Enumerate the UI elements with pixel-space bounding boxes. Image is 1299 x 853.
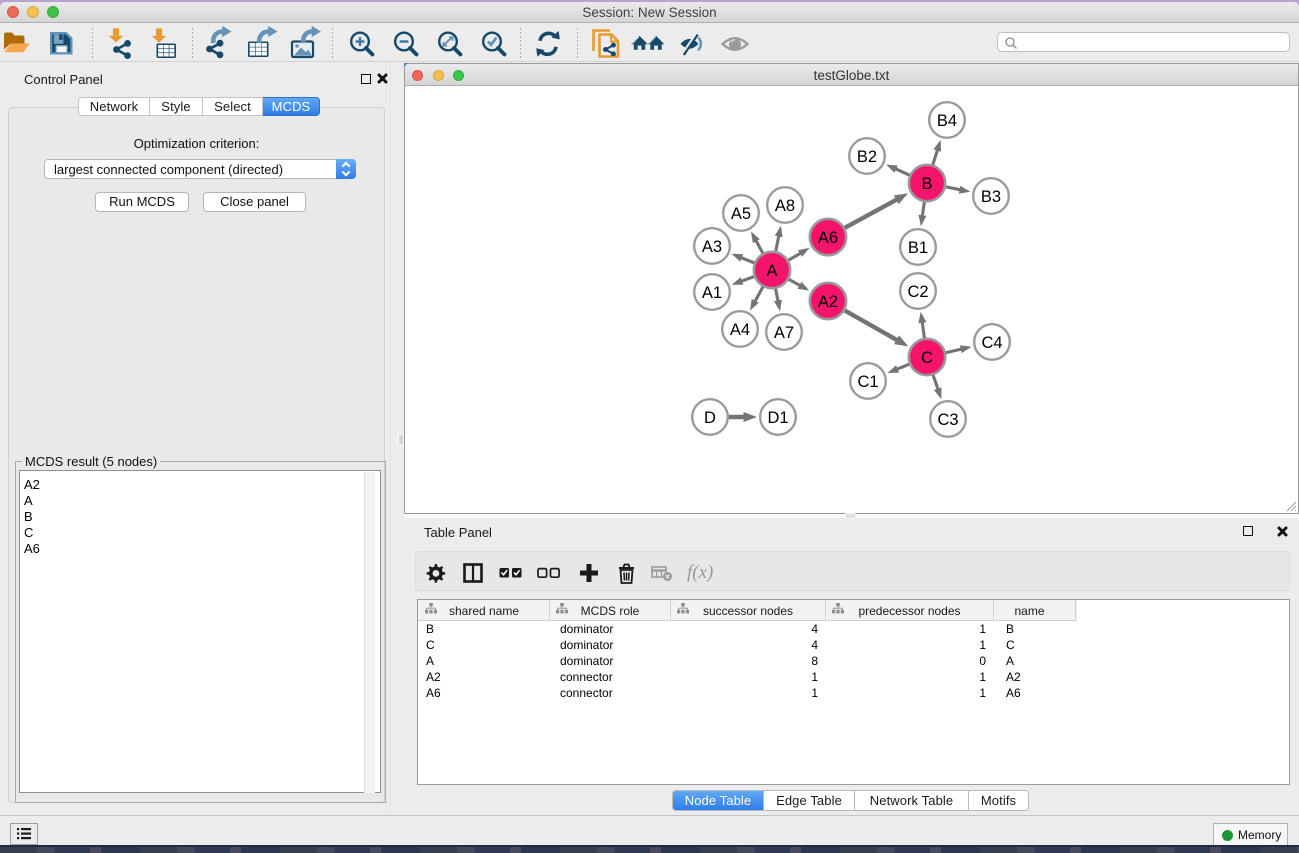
svg-text:D1: D1 [767,409,788,427]
svg-text:B4: B4 [937,112,957,130]
svg-text:B: B [921,175,932,193]
svg-text:A6: A6 [818,229,838,247]
svg-text:A5: A5 [731,205,751,223]
svg-text:A4: A4 [730,321,750,339]
svg-text:A: A [766,262,777,280]
svg-text:C4: C4 [981,334,1002,352]
svg-text:C3: C3 [937,411,958,429]
svg-text:B2: B2 [857,148,877,166]
svg-text:D: D [704,409,716,427]
svg-text:B1: B1 [908,239,928,257]
svg-text:A7: A7 [774,324,794,342]
svg-text:A2: A2 [818,293,838,311]
svg-text:A1: A1 [702,284,722,302]
svg-text:A3: A3 [702,238,722,256]
svg-text:C2: C2 [907,283,928,301]
svg-text:A8: A8 [775,197,795,215]
svg-text:C: C [921,349,933,367]
svg-text:C1: C1 [857,373,878,391]
svg-text:B3: B3 [981,188,1001,206]
